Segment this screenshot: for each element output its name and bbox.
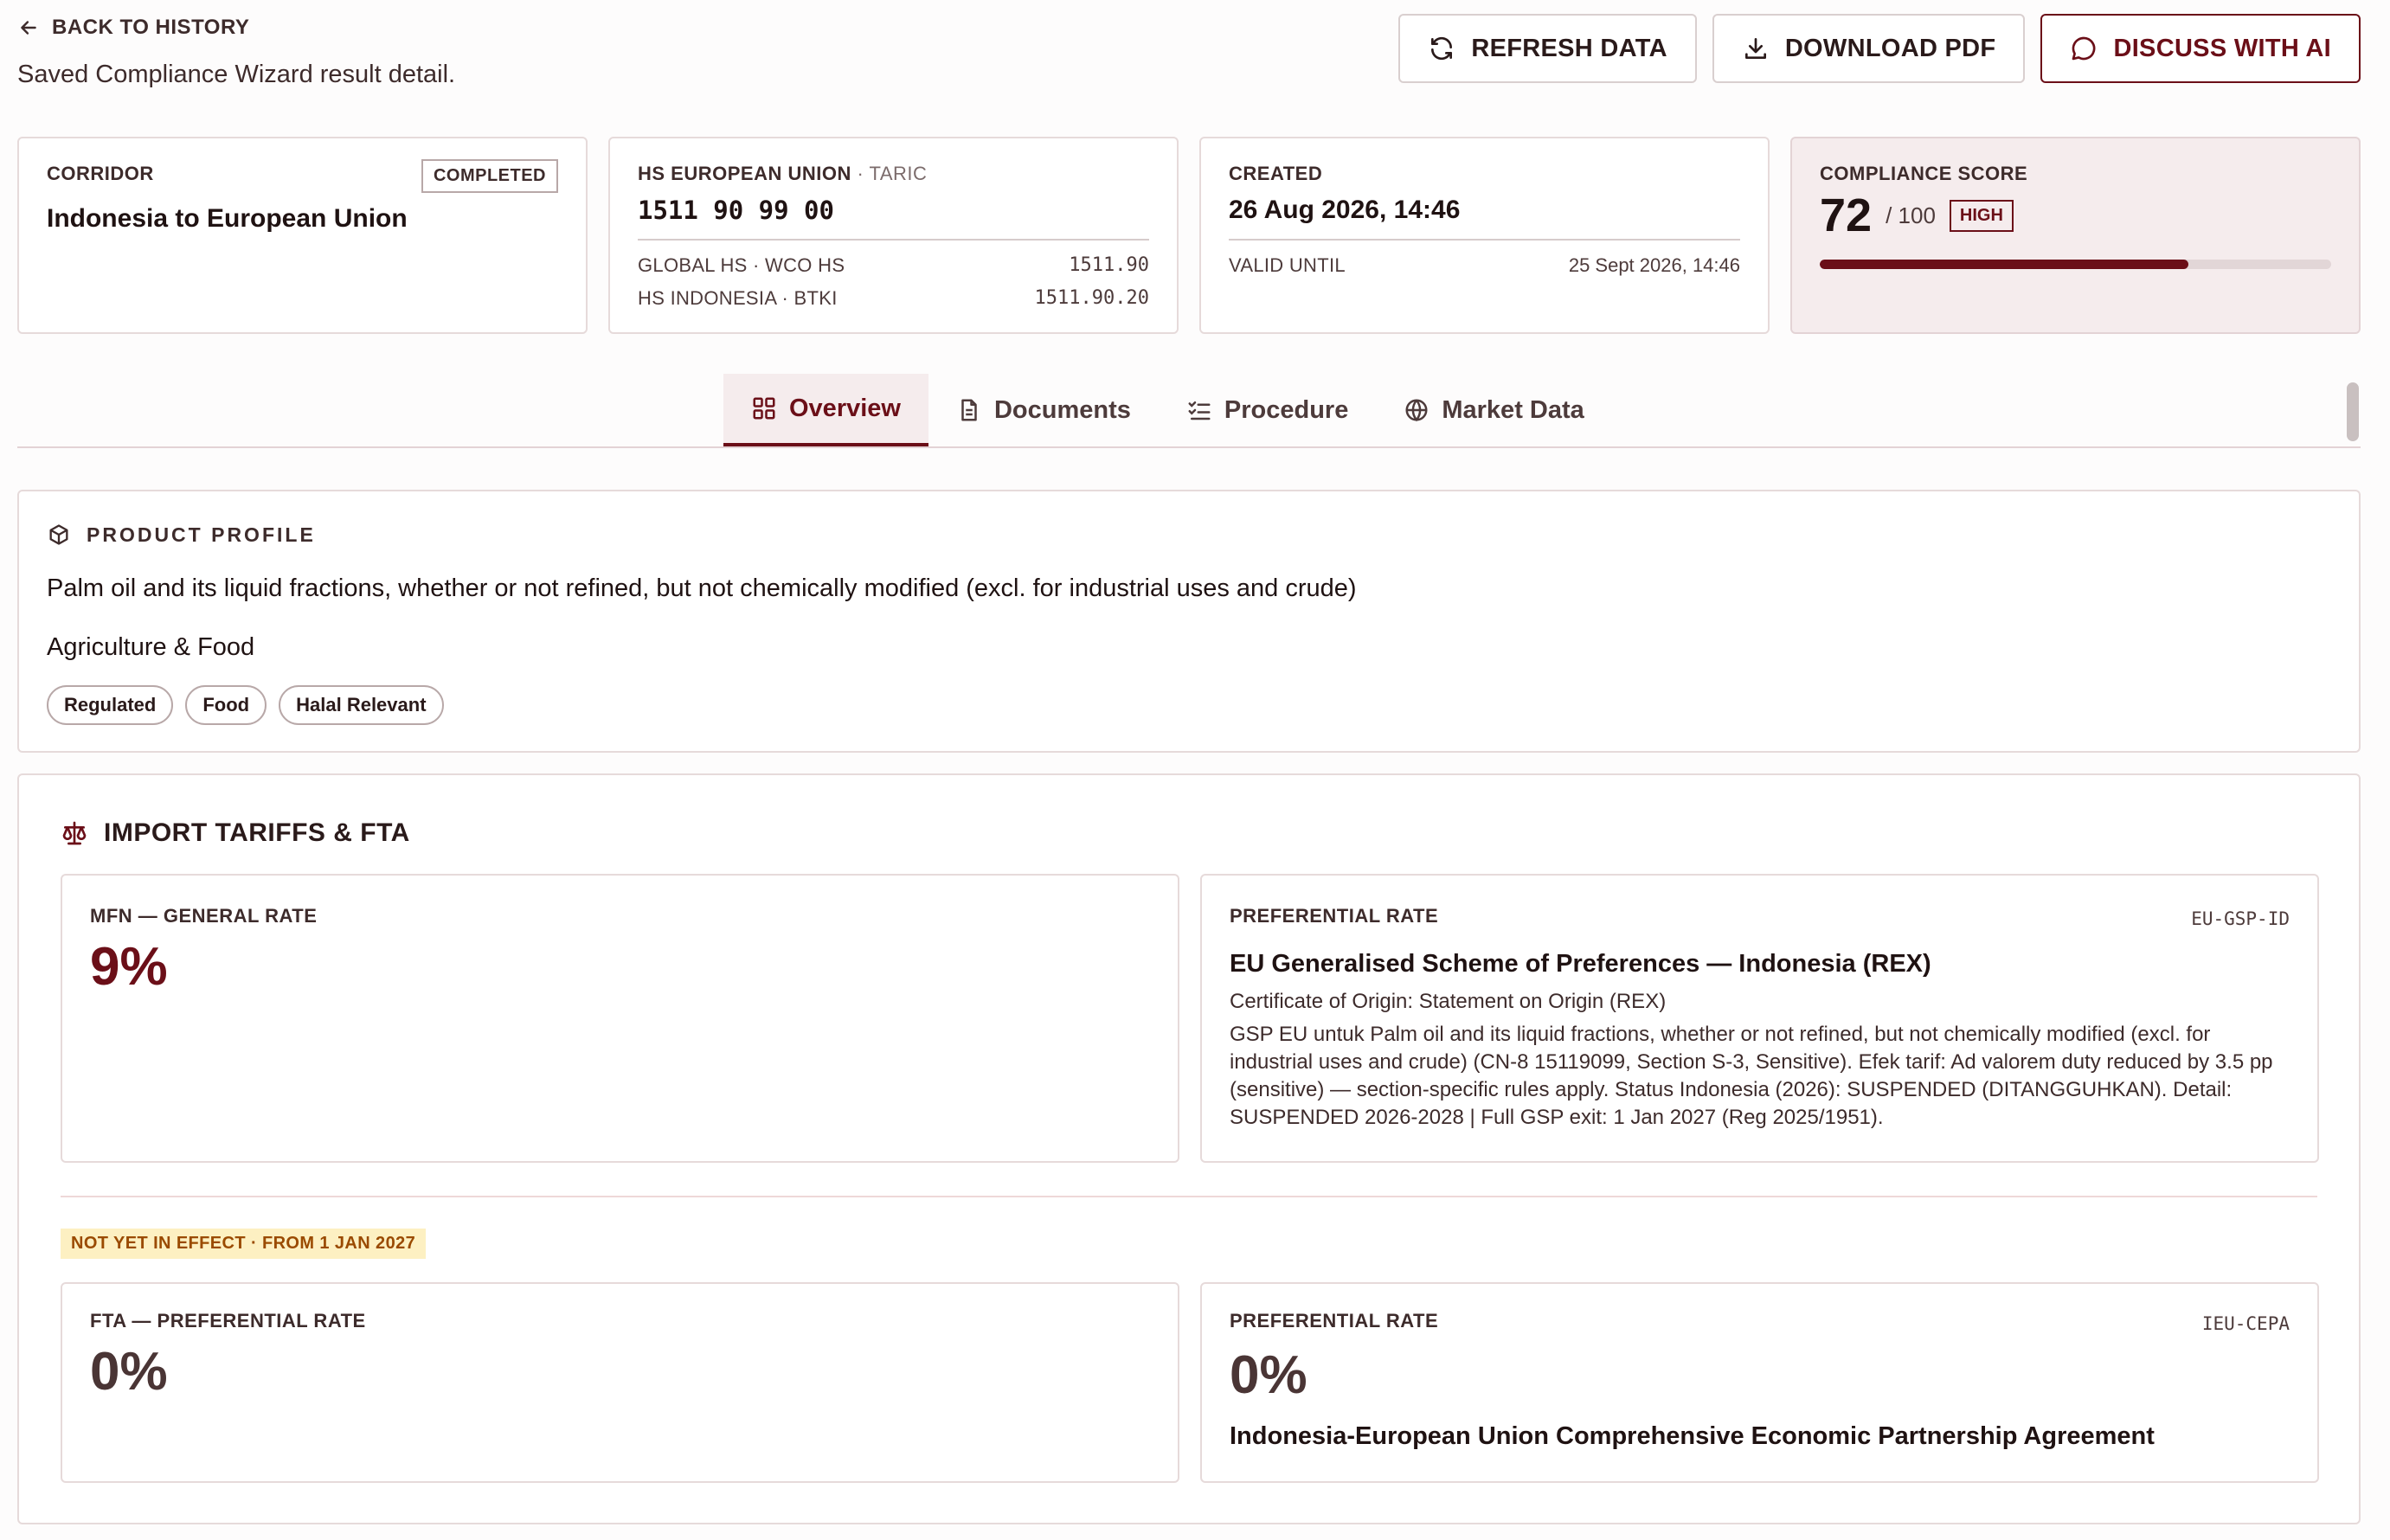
mfn-rate-box: MFN — GENERAL RATE 9% [61,874,1179,1163]
hs-eu-label-suffix: · TARIC [857,163,928,184]
gsp-detail: GSP EU untuk Palm oil and its liquid fra… [1230,1023,2273,1129]
hs-indonesia-value: 1511.90.20 [1034,287,1149,309]
product-category: Agriculture & Food [47,633,255,661]
compliance-detail-page: BACK TO HISTORY Saved Compliance Wizard … [0,0,2390,1540]
fta-rate-box: FTA — PREFERENTIAL RATE 0% [61,1282,1179,1483]
hs-eu-label: HS EUROPEAN UNION · TARIC [638,163,927,185]
product-profile-panel: PRODUCT PROFILE Palm oil and its liquid … [17,490,2361,753]
tariffs-divider [61,1196,2317,1197]
tariffs-header: IMPORT TARIFFS & FTA [61,818,410,848]
score-progress-fill [1820,260,2188,269]
gsp-name: EU Generalised Scheme of Preferences — I… [1230,950,1931,978]
mfn-label: MFN — GENERAL RATE [90,905,318,927]
fta-rate: 0% [90,1342,168,1402]
refresh-label: REFRESH DATA [1471,34,1667,62]
gsp-rate-box: PREFERENTIAL RATE EU-GSP-ID EU Generalis… [1200,874,2319,1163]
back-to-history-link[interactable]: BACK TO HISTORY [17,16,249,40]
cepa-rate-box: PREFERENTIAL RATE IEU-CEPA 0% Indonesia-… [1200,1282,2319,1483]
created-value: 26 Aug 2026, 14:46 [1229,196,1461,224]
product-profile-title: PRODUCT PROFILE [87,523,316,546]
tag-chip: Food [185,685,267,725]
tab-procedure-label: Procedure [1224,395,1349,424]
valid-until-label: VALID UNTIL [1229,254,1346,276]
status-badge: COMPLETED [421,159,558,193]
hs-global-key: GLOBAL HS · WCO HS [638,254,845,276]
not-in-effect-notice: NOT YET IN EFFECT · FROM 1 JAN 2027 [61,1229,427,1259]
cepa-rate: 0% [1230,1345,1307,1405]
valid-until-row: VALID UNTIL 25 Sept 2026, 14:46 [1229,254,1740,277]
tab-market-data-label: Market Data [1442,395,1584,424]
back-label: BACK TO HISTORY [52,16,250,39]
discuss-with-ai-button[interactable]: DISCUSS WITH AI [2040,14,2361,83]
hs-global-row: GLOBAL HS · WCO HS 1511.90 [638,254,1149,277]
hs-eu-code: 1511 90 99 00 [638,196,834,225]
score-level-badge: HIGH [1949,199,2014,232]
download-label: DOWNLOAD PDF [1784,34,1996,62]
created-card: CREATED 26 Aug 2026, 14:46 VALID UNTIL 2… [1199,137,1770,334]
tab-overview[interactable]: Overview [723,374,928,446]
score-progress-bar [1820,260,2331,269]
import-tariffs-panel: IMPORT TARIFFS & FTA MFN — GENERAL RATE … [17,773,2361,1524]
hs-divider [638,239,1149,241]
tab-documents[interactable]: Documents [928,374,1159,446]
score-label: COMPLIANCE SCORE [1820,163,2028,184]
gsp-code: EU-GSP-ID [2191,908,2290,929]
score-value: 72 [1820,189,1873,241]
corridor-value: Indonesia to European Union [47,204,408,233]
tag-chip: Regulated [47,685,174,725]
download-pdf-button[interactable]: DOWNLOAD PDF [1712,14,2026,83]
arrow-left-icon [21,21,36,35]
grid-icon [753,397,775,420]
tab-bar: Overview Documents Procedure Market Data [17,374,2361,448]
tag-chip: Halal Relevant [279,685,444,725]
globe-icon [1405,399,1428,422]
created-divider [1229,239,1740,241]
fta-label: FTA — PREFERENTIAL RATE [90,1310,366,1331]
checklist-icon [1188,401,1211,420]
document-icon [961,399,977,421]
product-description: Palm oil and its liquid fractions, wheth… [47,574,1357,602]
hs-code-card: HS EUROPEAN UNION · TARIC 1511 90 99 00 … [608,137,1179,334]
corridor-card: CORRIDOR COMPLETED Indonesia to European… [17,137,588,334]
gsp-label: PREFERENTIAL RATE [1230,905,1439,927]
mfn-rate: 9% [90,937,168,997]
chat-bubble-icon [2072,36,2096,61]
score-max: / 100 [1886,202,1936,228]
created-label: CREATED [1229,163,1323,184]
hs-indonesia-key: HS INDONESIA · BTKI [638,287,838,309]
hs-global-value: 1511.90 [1069,254,1149,276]
cepa-code: IEU-CEPA [2201,1313,2290,1334]
download-icon [1744,38,1766,59]
tab-procedure[interactable]: Procedure [1159,374,1376,446]
tab-row: Overview Documents Procedure Market Data [723,374,1612,446]
corridor-label: CORRIDOR [47,163,154,184]
cepa-name: Indonesia-European Union Comprehensive E… [1230,1422,2155,1450]
tab-documents-label: Documents [993,395,1131,424]
compliance-score-card: COMPLIANCE SCORE 72 / 100 HIGH [1790,137,2361,334]
product-profile-header: PRODUCT PROFILE [47,523,316,547]
hs-indonesia-row: HS INDONESIA · BTKI 1511.90.20 [638,287,1149,310]
page-subtitle: Saved Compliance Wizard result detail. [17,61,456,88]
gsp-origin: Certificate of Origin: Statement on Orig… [1230,990,1667,1013]
valid-until-value: 25 Sept 2026, 14:46 [1568,254,1740,276]
tab-market-data[interactable]: Market Data [1376,374,1611,446]
discuss-label: DISCUSS WITH AI [2113,34,2331,62]
refresh-icon [1431,36,1453,61]
scrollbar-thumb[interactable] [2347,382,2359,441]
header-actions: REFRESH DATA DOWNLOAD PDF DISCUSS WITH A… [1398,14,2361,83]
score-row: 72 / 100 HIGH [1820,189,2014,242]
hs-eu-label-text: HS EUROPEAN UNION [638,163,851,184]
cepa-label: PREFERENTIAL RATE [1230,1310,1439,1331]
refresh-data-button[interactable]: REFRESH DATA [1398,14,1697,83]
package-icon [49,524,68,545]
tab-overview-label: Overview [789,394,901,422]
tariffs-title: IMPORT TARIFFS & FTA [104,818,410,847]
product-tags: Regulated Food Halal Relevant [47,685,444,725]
scale-icon [62,821,87,845]
